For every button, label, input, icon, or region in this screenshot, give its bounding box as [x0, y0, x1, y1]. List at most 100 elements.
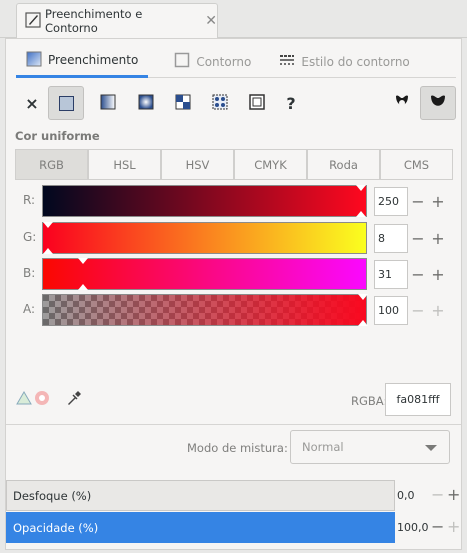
unset-paint-button[interactable]: ? [275, 87, 307, 119]
dock-tabbar: Preenchimento e Contorno ✕ [0, 0, 467, 38]
slider-g[interactable] [42, 222, 367, 254]
tab-stroke[interactable]: Contorno [164, 45, 261, 78]
blur-label: Desfoque (%) [13, 488, 92, 503]
value-input-a[interactable]: 100 [374, 296, 408, 325]
fill-rule-evenodd-button[interactable] [386, 87, 418, 119]
increment-button[interactable]: + [428, 229, 448, 248]
close-icon[interactable]: ✕ [205, 13, 217, 29]
slider-row-g: G: 8 − + [16, 222, 456, 254]
tab-stroke-style[interactable]: Estilo do contorno [269, 45, 419, 78]
color-mode-cms[interactable]: CMS [380, 149, 453, 180]
spinbutton-b: 31 − + [374, 260, 452, 289]
flat-color-button[interactable] [48, 86, 84, 120]
mesh-gradient-button[interactable] [204, 87, 236, 119]
slider-r[interactable] [42, 185, 367, 217]
radial-gradient-icon [138, 94, 154, 113]
decrement-button[interactable]: − [408, 265, 428, 284]
fill-stroke-icon [25, 11, 41, 31]
divider [6, 424, 461, 425]
nonzero-icon [428, 92, 448, 115]
color-mode-wheel[interactable]: Roda [307, 149, 380, 180]
slider-b[interactable] [42, 258, 367, 290]
tab-stroke-style-label: Estilo do contorno [301, 54, 410, 69]
increment-button[interactable]: + [428, 301, 448, 320]
fill-icon [26, 51, 42, 70]
value-input-g[interactable]: 8 [374, 224, 408, 253]
pattern-button[interactable] [167, 87, 199, 119]
opacity-slider[interactable]: Opacidade (%) [6, 512, 395, 543]
swatch-button[interactable] [241, 87, 273, 119]
linear-gradient-button[interactable] [92, 87, 124, 119]
slider-marker[interactable] [78, 284, 88, 290]
increment-button[interactable]: + [428, 265, 448, 284]
flat-color-icon [58, 95, 74, 111]
rgba-input[interactable]: fa081fff [385, 383, 451, 416]
slider-marker[interactable] [356, 185, 366, 191]
increment-button[interactable]: + [428, 192, 448, 211]
slider-marker[interactable] [358, 294, 368, 300]
swatch-icon [249, 93, 265, 113]
blur-value[interactable]: 0,0 [397, 489, 415, 502]
decrement-button[interactable]: − [408, 192, 428, 211]
blend-mode-value: Normal [302, 440, 344, 454]
opacity-label: Opacidade (%) [13, 520, 99, 535]
rgba-label: RGBA: [351, 394, 388, 408]
slider-row-b: B: 31 − + [16, 258, 456, 290]
chevron-down-icon [425, 445, 437, 451]
decrement-button[interactable]: − [408, 301, 428, 320]
tab-fill-label: Preenchimento [48, 53, 139, 67]
slider-marker[interactable] [78, 258, 88, 264]
tab-stroke-label: Contorno [196, 54, 252, 69]
opacity-value[interactable]: 100,0 [397, 521, 429, 534]
out-of-gamut-icon[interactable] [34, 390, 50, 409]
slider-label-b: B: [23, 266, 36, 280]
section-title: Cor uniforme [15, 129, 100, 143]
decrement-button[interactable]: − [408, 229, 428, 248]
slider-label-g: G: [23, 230, 37, 244]
tab-fill[interactable]: Preenchimento [16, 45, 149, 78]
mesh-gradient-icon [212, 94, 228, 113]
eyedropper-icon[interactable] [66, 390, 82, 409]
value-input-b[interactable]: 31 [374, 260, 408, 289]
no-paint-button[interactable]: × [16, 87, 48, 119]
blend-mode-select[interactable]: Normal [290, 430, 450, 464]
slider-label-r: R: [23, 193, 36, 207]
blend-mode-label: Modo de mistura: [187, 441, 288, 455]
linear-gradient-icon [100, 94, 116, 113]
slider-marker[interactable] [358, 320, 368, 326]
fill-rule-nonzero-button[interactable] [420, 86, 456, 120]
spinbutton-g: 8 − + [374, 224, 452, 253]
color-mode-hsv[interactable]: HSV [161, 149, 234, 180]
slider-row-r: R: 250 − + [16, 185, 456, 217]
decrement-button[interactable]: − [431, 485, 444, 504]
spinbutton-a: 100 − + [374, 296, 452, 325]
paint-type-row: × ? [16, 86, 456, 121]
color-mode-hsl[interactable]: HSL [88, 149, 161, 180]
slider-a[interactable] [42, 294, 368, 326]
opacity-row: Opacidade (%) 100,0 − + [6, 512, 461, 543]
stroke-icon [174, 52, 190, 71]
increment-button[interactable]: + [447, 517, 460, 536]
slider-label-a: A: [23, 302, 36, 316]
dock-tab-fill-stroke[interactable]: Preenchimento e Contorno ✕ [16, 3, 218, 38]
color-mode-cmyk[interactable]: CMYK [234, 149, 307, 180]
dock-tab-title: Preenchimento e Contorno [45, 7, 143, 35]
color-managed-icon[interactable] [16, 390, 32, 409]
fill-stroke-panel: Preenchimento Contorno Estilo do contorn… [5, 38, 462, 550]
radial-gradient-button[interactable] [130, 87, 162, 119]
blur-slider[interactable]: Desfoque (%) [6, 480, 395, 511]
decrement-button[interactable]: − [431, 517, 444, 536]
slider-marker[interactable] [43, 248, 53, 254]
stroke-style-icon [279, 52, 295, 71]
color-mode-rgb[interactable]: RGB [15, 149, 88, 180]
evenodd-icon [392, 92, 412, 115]
slider-marker[interactable] [43, 222, 53, 228]
value-input-r[interactable]: 250 [374, 187, 408, 216]
unset-paint-icon: ? [286, 93, 296, 113]
slider-row-a: A: 100 − + [16, 294, 456, 326]
pattern-icon [175, 94, 191, 113]
slider-marker[interactable] [356, 211, 366, 217]
color-mode-tabs: RGB HSL HSV CMYK Roda CMS [15, 149, 453, 180]
no-paint-icon: × [25, 93, 39, 113]
increment-button[interactable]: + [447, 485, 460, 504]
